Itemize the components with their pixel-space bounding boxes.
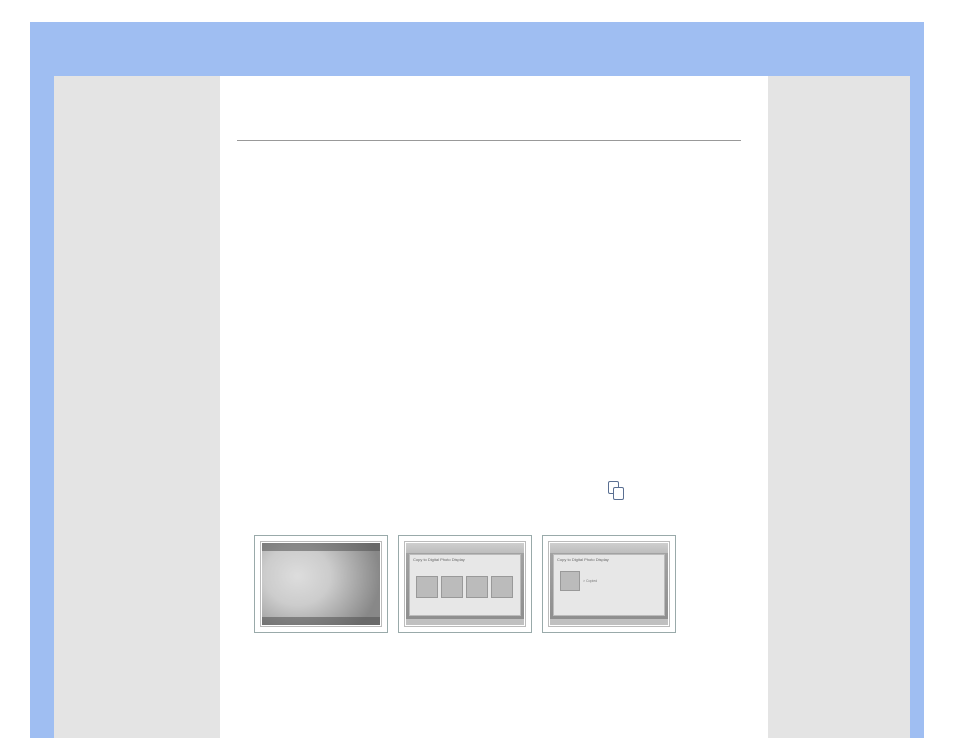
thumbnail-2-dialog: Copy to Digital Photo Display [409, 554, 521, 616]
viewport: Copy to Digital Photo Display [0, 0, 954, 738]
thumbnail-1[interactable] [254, 535, 388, 633]
thumbnail-3-mini-1 [560, 571, 580, 591]
thumbnail-3-dialog: Copy to Digital Photo Display > Copied [553, 554, 665, 616]
document-page [220, 76, 768, 738]
thumbnail-3-dialog-title: Copy to Digital Photo Display [554, 555, 664, 564]
thumbnail-row: Copy to Digital Photo Display [254, 535, 676, 633]
thumbnail-3[interactable]: Copy to Digital Photo Display > Copied [542, 535, 676, 633]
thumbnail-2-mini-3 [466, 576, 488, 598]
copy-icon [608, 481, 626, 501]
horizontal-rule [237, 140, 741, 141]
thumbnail-2-mini-4 [491, 576, 513, 598]
thumbnail-3-footer [550, 619, 668, 625]
thumbnail-3-inner: Copy to Digital Photo Display > Copied [548, 541, 670, 627]
thumbnail-2-mini-2 [441, 576, 463, 598]
thumbnail-2-mini-1 [416, 576, 438, 598]
thumbnail-3-mini-strip: > Copied [560, 569, 658, 593]
thumbnail-2-mini-strip [416, 573, 514, 601]
thumbnail-1-botbar [262, 617, 380, 625]
thumbnail-3-header [550, 543, 668, 553]
thumbnail-2-dialog-title: Copy to Digital Photo Display [410, 555, 520, 564]
thumbnail-1-inner [260, 541, 382, 627]
thumbnail-2[interactable]: Copy to Digital Photo Display [398, 535, 532, 633]
thumbnail-3-item-label: > Copied [583, 579, 597, 583]
thumbnail-1-topbar [262, 543, 380, 551]
thumbnail-1-photo [262, 543, 380, 625]
thumbnail-2-inner: Copy to Digital Photo Display [404, 541, 526, 627]
thumbnail-2-header [406, 543, 524, 553]
thumbnail-2-footer [406, 619, 524, 625]
